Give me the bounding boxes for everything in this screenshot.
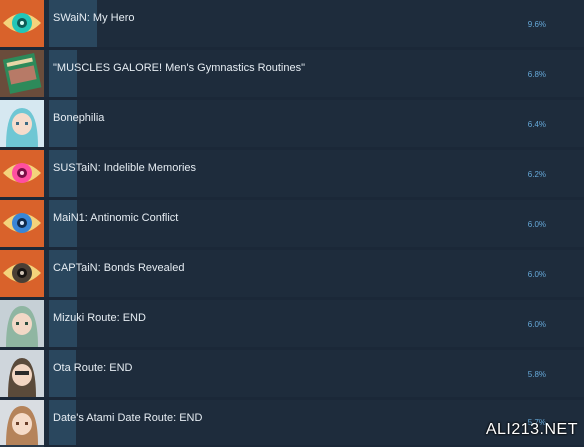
achievement-percent: 6.0% — [527, 270, 546, 279]
achievement-percent: 6.2% — [527, 170, 546, 179]
character-portrait-icon — [0, 300, 44, 347]
eye-icon — [0, 200, 44, 247]
achievement-row[interactable]: Bonephilia 6.4% — [0, 100, 584, 147]
watermark: ALI213.NET — [485, 421, 578, 438]
achievement-row[interactable]: "MUSCLES GALORE! Men's Gymnastics Routin… — [0, 50, 584, 97]
character-portrait-icon — [0, 100, 44, 147]
achievement-percent: 6.0% — [527, 220, 546, 229]
achievement-row[interactable]: Mizuki Route: END 6.0% — [0, 300, 584, 347]
achievement-percent: 6.8% — [527, 70, 546, 79]
achievement-title: Date's Atami Date Route: END — [53, 412, 203, 424]
achievement-row[interactable]: SUSTaiN: Indelible Memories 6.2% — [0, 150, 584, 197]
achievement-row[interactable]: Ota Route: END 5.8% — [0, 350, 584, 397]
achievement-title: CAPTaiN: Bonds Revealed — [53, 262, 185, 274]
achievement-row[interactable]: MaiN1: Antinomic Conflict 6.0% — [0, 200, 584, 247]
achievement-title: Mizuki Route: END — [53, 312, 146, 324]
achievement-title: SWaiN: My Hero — [53, 12, 135, 24]
achievement-title: "MUSCLES GALORE! Men's Gymnastics Routin… — [53, 62, 305, 74]
achievement-percent: 6.4% — [527, 120, 546, 129]
eye-icon — [0, 250, 44, 297]
achievement-title: MaiN1: Antinomic Conflict — [53, 212, 179, 224]
achievement-list: SWaiN: My Hero 9.6% "MUSCLES GALORE! Men… — [0, 0, 584, 447]
achievement-title: Ota Route: END — [53, 362, 133, 374]
character-portrait-icon — [0, 350, 44, 397]
achievement-percent: 6.0% — [527, 320, 546, 329]
achievement-percent: 9.6% — [527, 20, 546, 29]
eye-icon — [0, 0, 44, 47]
book-icon — [0, 50, 44, 97]
achievement-title: SUSTaiN: Indelible Memories — [53, 162, 197, 174]
achievement-row[interactable]: CAPTaiN: Bonds Revealed 6.0% — [0, 250, 584, 297]
character-portrait-icon — [0, 400, 44, 447]
eye-icon — [0, 150, 44, 197]
achievement-row[interactable]: SWaiN: My Hero 9.6% — [0, 0, 584, 47]
achievement-title: Bonephilia — [53, 112, 105, 124]
achievement-percent: 5.8% — [527, 370, 546, 379]
